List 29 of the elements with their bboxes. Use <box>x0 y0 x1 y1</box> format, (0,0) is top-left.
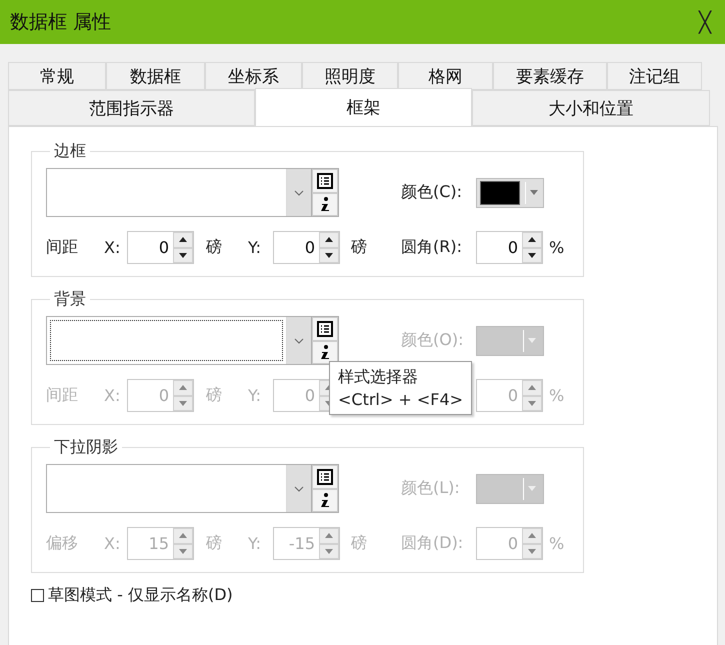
tooltip-shortcut: <Ctrl> + <F4> <box>338 389 464 411</box>
corner-label: 圆角(R): <box>401 237 463 258</box>
group-title: 边框 <box>53 141 87 162</box>
percent-label: % <box>549 238 566 257</box>
checkbox-label: 草图模式 - 仅显示名称(D) <box>48 585 233 606</box>
percent-label: % <box>549 386 566 405</box>
x-label: X: <box>104 386 122 405</box>
color-label: 颜色(L): <box>401 478 461 499</box>
group-title: 背景 <box>53 289 87 310</box>
color-label: 颜色(O): <box>401 330 464 351</box>
unit-label: 磅 <box>351 533 368 554</box>
percent-label: % <box>549 534 566 553</box>
y-label: Y: <box>248 386 262 405</box>
unit-label: 磅 <box>351 237 368 258</box>
row-label: 偏移 <box>46 533 79 554</box>
x-label: X: <box>104 534 122 553</box>
tooltip-title: 样式选择器 <box>338 366 419 388</box>
window-title: 数据框 属性 <box>10 10 112 35</box>
corner-label: 圆角(D): <box>401 533 464 554</box>
y-label: Y: <box>248 534 262 553</box>
x-label: X: <box>104 238 122 257</box>
y-label: Y: <box>248 238 262 257</box>
color-label: 颜色(C): <box>401 182 464 203</box>
row-label: 间距 <box>46 385 79 406</box>
row-label: 间距 <box>46 237 79 258</box>
unit-label: 磅 <box>206 385 223 406</box>
unit-label: 磅 <box>206 533 223 554</box>
group-title: 下拉阴影 <box>53 437 119 458</box>
unit-label: 磅 <box>206 237 223 258</box>
